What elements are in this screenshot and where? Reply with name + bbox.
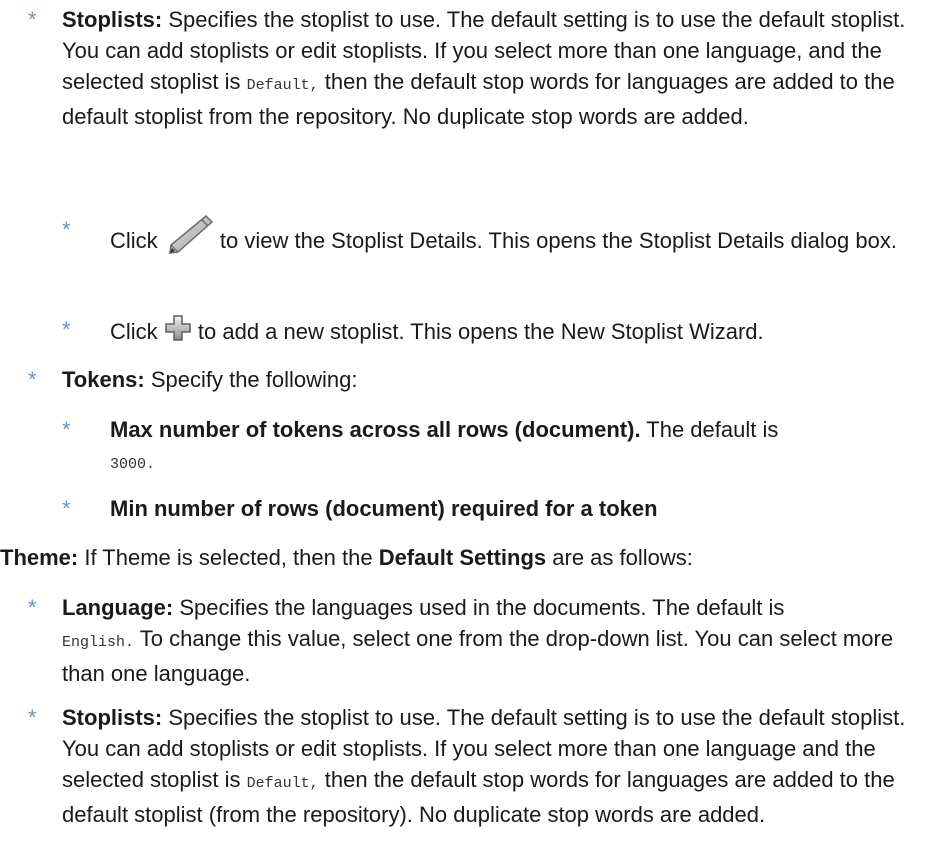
max-tokens-label: Max number of tokens across all rows (do… (110, 417, 641, 442)
language-label: Language: (62, 595, 174, 620)
plus-icon[interactable] (164, 314, 192, 342)
bullet-marker: * (28, 705, 37, 730)
bullet-marker: * (62, 417, 71, 442)
bullet-marker: * (28, 7, 37, 32)
bullet-marker: * (62, 317, 71, 342)
max-tokens-text: The default is (640, 417, 779, 442)
min-rows-paragraph: Min number of rows (document) required f… (110, 493, 932, 524)
theme-text-a: If Theme is selected, then the (78, 545, 379, 570)
click-add-pre: Click (110, 319, 164, 344)
bullet-marker: * (62, 217, 71, 242)
language-text-b: To change this value, select one from th… (62, 626, 894, 686)
bullet-marker: * (62, 496, 71, 521)
language-paragraph: Language: Specifies the languages used i… (62, 592, 932, 689)
stoplists-default-code: Default, (246, 77, 319, 94)
pencil-icon[interactable] (164, 214, 214, 254)
theme-default-settings: Default Settings (378, 545, 547, 570)
theme-label: Theme: (0, 545, 79, 570)
stoplists-theme-label: Stoplists: (62, 705, 163, 730)
bullet-marker: * (28, 595, 37, 620)
tokens-text: Specify the following: (144, 367, 358, 392)
stoplists-theme-default-code: Default, (246, 775, 319, 792)
stoplists-paragraph: Stoplists: Specifies the stoplist to use… (62, 4, 932, 132)
document-page: * Stoplists: Specifies the stoplist to u… (0, 0, 939, 853)
click-edit-paragraph: Click to view the Stoplist Details. This… (110, 214, 932, 256)
tokens-label: Tokens: (62, 367, 145, 392)
language-text-a: Specifies the languages used in the docu… (173, 595, 785, 620)
click-add-post: to add a new stoplist. This opens the Ne… (191, 319, 764, 344)
max-tokens-paragraph: Max number of tokens across all rows (do… (110, 414, 932, 480)
stoplists-label: Stoplists: (62, 7, 163, 32)
click-edit-pre: Click (110, 228, 164, 253)
tokens-paragraph: Tokens: Specify the following: (62, 364, 932, 395)
stoplists-theme-paragraph: Stoplists: Specifies the stoplist to use… (62, 702, 932, 830)
bullet-marker: * (28, 367, 37, 392)
click-edit-post: to view the Stoplist Details. This opens… (213, 228, 897, 253)
min-rows-label: Min number of rows (document) required f… (110, 496, 658, 521)
max-tokens-code: 3000. (110, 456, 156, 473)
theme-paragraph: Theme: If Theme is selected, then the De… (0, 542, 932, 573)
click-add-paragraph: Click to add a new stoplist. This opens … (110, 314, 932, 347)
theme-text-b: are as follows: (546, 545, 693, 570)
language-code: English. (62, 634, 135, 651)
